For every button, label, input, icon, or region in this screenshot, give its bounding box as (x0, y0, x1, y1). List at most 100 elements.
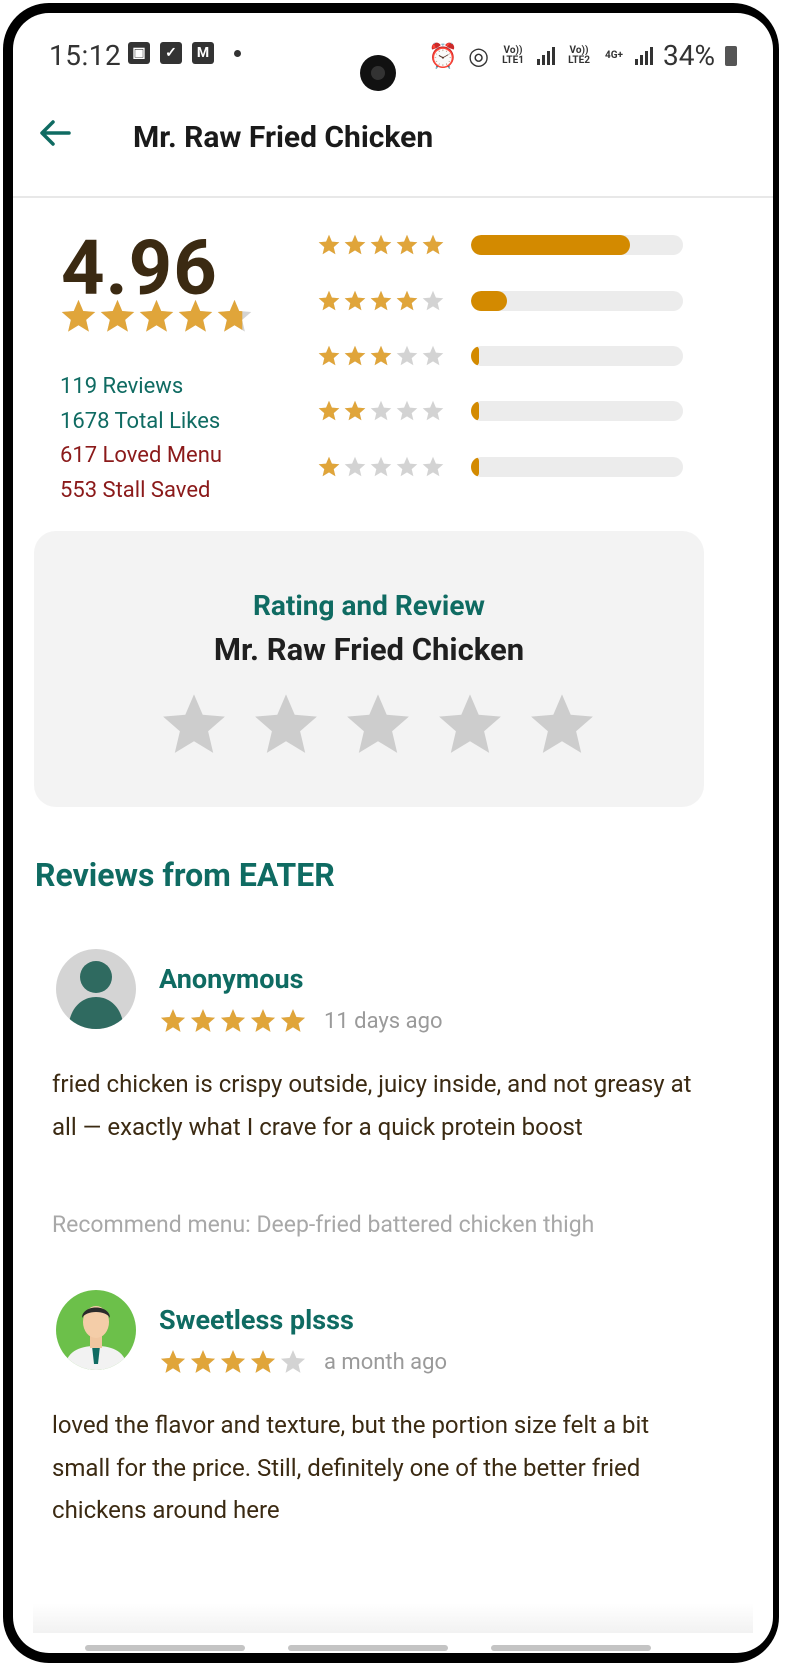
back-arrow-icon[interactable] (35, 113, 75, 153)
app-header: Mr. Raw Fried Chicken (13, 98, 773, 198)
star-filled-icon (396, 290, 418, 311)
status-time: 15:12 (49, 39, 122, 72)
star-filled-icon (318, 234, 340, 255)
screen: 15:12 ▣ ✓ M ⏰ ◎ Vo)) LTE1 Vo)) LTE2 4G+ … (13, 13, 773, 1653)
star-empty-icon (344, 456, 366, 477)
star-filled-icon (370, 345, 392, 366)
distribution-bar-track (471, 401, 683, 421)
distribution-stars (317, 289, 445, 313)
rate-star-2-icon[interactable] (250, 689, 322, 761)
star-filled-icon (344, 400, 366, 421)
stall-saved: 553 Stall Saved (60, 477, 211, 503)
star-empty-icon (422, 290, 444, 311)
summary-stats: 119 Reviews 1678 Total Likes 617 Loved M… (60, 370, 222, 508)
hotspot-icon: ◎ (468, 41, 490, 70)
star-filled-icon (318, 400, 340, 421)
total-likes: 1678 Total Likes (60, 408, 221, 434)
battery-percent: 34% (663, 39, 715, 72)
star-filled-icon (318, 345, 340, 366)
star-filled-icon (160, 1350, 186, 1373)
star-filled-icon (280, 1009, 306, 1032)
rate-star-1-icon[interactable] (158, 689, 230, 761)
distribution-row-1 (317, 455, 687, 479)
distribution-bar-track (471, 457, 683, 477)
distribution-bar-fill (471, 235, 630, 255)
network-label-3: 4G+ (605, 49, 624, 61)
star-filled-icon (318, 456, 340, 477)
star-empty-icon (396, 456, 418, 477)
rate-and-review-card: Rating and Review Mr. Raw Fried Chicken (34, 531, 704, 807)
star-empty-icon (396, 345, 418, 366)
star-filled-icon (220, 1009, 246, 1032)
star-filled-icon (370, 234, 392, 255)
star-filled-icon (344, 345, 366, 366)
loved-menu: 617 Loved Menu (60, 443, 222, 468)
star-filled-icon (160, 1009, 186, 1032)
avatar-sweetless (56, 1290, 136, 1370)
mail-m-icon: M (192, 42, 214, 64)
distribution-stars (317, 233, 445, 257)
star-filled-icon (61, 299, 96, 332)
signal-2-icon (635, 46, 654, 65)
front-camera (360, 55, 396, 91)
page-title: Mr. Raw Fried Chicken (133, 120, 434, 155)
alarm-icon: ⏰ (428, 41, 459, 70)
star-filled-icon (250, 1350, 276, 1373)
distribution-row-3 (317, 344, 687, 368)
star-empty-icon (422, 400, 444, 421)
reviews-count[interactable]: 119 Reviews (60, 370, 222, 405)
star-filled-icon (344, 234, 366, 255)
distribution-bar-fill (471, 401, 479, 421)
star-filled-icon (250, 1009, 276, 1032)
star-filled-icon (370, 290, 392, 311)
more-notifications-dot-icon (234, 49, 241, 57)
nav-recents-handle[interactable] (85, 1645, 245, 1651)
businessman-avatar-icon (56, 1290, 136, 1370)
star-empty-icon (422, 345, 444, 366)
rate-star-5-icon[interactable] (526, 689, 598, 761)
distribution-bar-track (471, 291, 683, 311)
gallery-icon: ▣ (128, 42, 150, 64)
star-filled-icon (220, 1350, 246, 1373)
average-stars (59, 297, 254, 336)
star-filled-icon (396, 234, 418, 255)
distribution-row-5 (317, 233, 687, 257)
phone-frame: 15:12 ▣ ✓ M ⏰ ◎ Vo)) LTE1 Vo)) LTE2 4G+ … (0, 0, 786, 1669)
distribution-bar-fill (471, 346, 480, 366)
network-label-2: Vo)) LTE2 (568, 44, 590, 66)
network-label-1: Vo)) LTE1 (502, 44, 524, 66)
rate-star-4-icon[interactable] (434, 689, 506, 761)
nav-home-handle[interactable] (288, 1645, 448, 1651)
distribution-bar-fill (471, 457, 479, 477)
distribution-stars (317, 455, 445, 479)
review-stars (159, 1348, 307, 1376)
system-nav-bar (13, 1633, 773, 1653)
star-filled-icon (178, 299, 213, 332)
scroll-fade (33, 1603, 753, 1633)
star-filled-icon (344, 290, 366, 311)
distribution-bar-track (471, 235, 683, 255)
reviews-section-title: Reviews from EATER (35, 856, 335, 894)
notification-icons: ▣ ✓ M (128, 42, 241, 64)
distribution-bar-track (471, 346, 683, 366)
star-filled-icon (190, 1009, 216, 1032)
status-right-icons: ⏰ ◎ Vo)) LTE1 Vo)) LTE2 4G+ 34% (428, 39, 737, 72)
rate-stars-input (158, 689, 598, 761)
review-stars (159, 1007, 307, 1035)
star-filled-icon (100, 299, 135, 332)
review-text: fried chicken is crispy outside, juicy i… (52, 1070, 692, 1141)
nav-back-handle[interactable] (491, 1645, 651, 1651)
distribution-bar-fill (471, 291, 508, 311)
distribution-stars (317, 344, 445, 368)
rate-star-3-icon[interactable] (342, 689, 414, 761)
battery-charging-icon (725, 45, 737, 66)
avatar-anonymous (56, 949, 136, 1029)
reviewer-name: Anonymous (159, 963, 304, 995)
distribution-stars (317, 399, 445, 423)
rate-card-title: Mr. Raw Fried Chicken (213, 631, 525, 668)
star-empty-icon (280, 1350, 306, 1373)
signal-1-icon (537, 46, 556, 65)
checkbox-icon: ✓ (160, 42, 182, 64)
star-filled-icon (422, 234, 444, 255)
star-filled-icon (190, 1350, 216, 1373)
